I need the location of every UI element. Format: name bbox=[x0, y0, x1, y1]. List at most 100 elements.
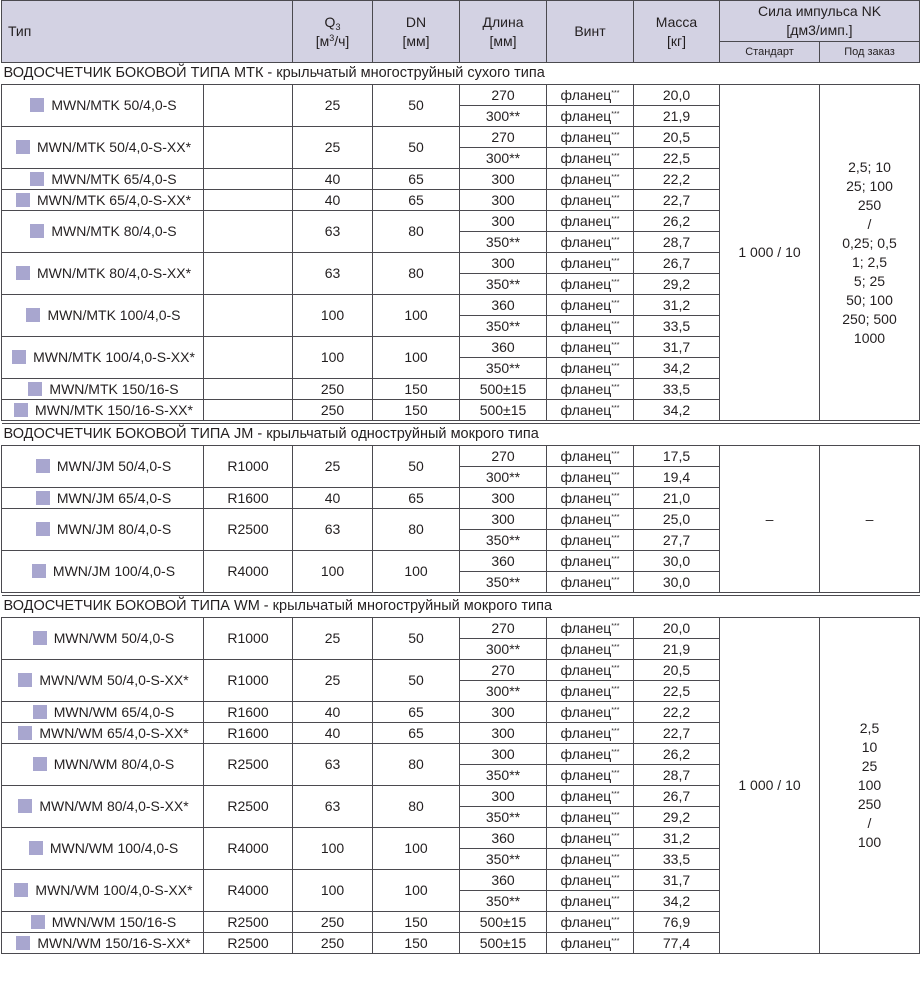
screw-label: фланец bbox=[560, 447, 612, 464]
meter-length: 500±15 bbox=[459, 378, 547, 400]
meter-modification bbox=[203, 294, 293, 337]
meter-screw: фланец*** bbox=[546, 189, 634, 211]
meter-mass: 33,5 bbox=[633, 315, 720, 337]
meter-length: 500±15 bbox=[459, 932, 547, 954]
screw-footnote-mark: *** bbox=[611, 492, 620, 500]
row-marker-icon bbox=[26, 308, 41, 322]
meter-type-cell: MWN/MTK 150/16-S-XX* bbox=[1, 399, 204, 421]
meter-screw: фланец*** bbox=[546, 890, 634, 912]
screw-label: фланец bbox=[560, 317, 612, 334]
meter-type-name: MWN/MTK 65/4,0-S bbox=[51, 170, 177, 187]
screw-label: фланец bbox=[560, 296, 612, 313]
pulse-on-order-line: 1000 bbox=[853, 329, 886, 346]
meter-flow: 250 bbox=[292, 399, 373, 421]
meter-dn: 80 bbox=[372, 508, 460, 551]
screw-footnote-mark: *** bbox=[611, 362, 620, 370]
row-marker-icon bbox=[35, 459, 50, 473]
meter-dn: 65 bbox=[372, 168, 460, 190]
screw-label: фланец bbox=[560, 552, 612, 569]
meter-flow: 100 bbox=[292, 294, 373, 337]
meter-modification: R1000 bbox=[203, 617, 293, 660]
meter-mass: 34,2 bbox=[633, 399, 720, 421]
meter-screw: фланец*** bbox=[546, 168, 634, 190]
pulse-on-order-line: / bbox=[867, 815, 872, 831]
spec-table: Тип Q3 [м3/ч] DN [мм] Длина [мм] Винт Ма… bbox=[1, 0, 920, 954]
meter-length: 300 bbox=[459, 743, 547, 765]
pulse-on-order-line: 100 bbox=[857, 777, 882, 793]
meter-mass: 31,7 bbox=[633, 336, 720, 358]
meter-type-name: MWN/WM 80/4,0-S-XX* bbox=[39, 798, 189, 814]
meter-dn: 65 bbox=[372, 189, 460, 211]
screw-footnote-mark: *** bbox=[611, 215, 620, 223]
meter-type-cell: MWN/WM 100/4,0-S-XX* bbox=[1, 869, 204, 912]
meter-flow: 100 bbox=[292, 827, 373, 870]
meter-type-cell: MWN/JM 100/4,0-S bbox=[1, 550, 204, 593]
meter-modification bbox=[203, 336, 293, 379]
row-marker-icon bbox=[30, 171, 45, 186]
screw-label: фланец bbox=[560, 86, 612, 103]
meter-dn: 80 bbox=[372, 785, 460, 828]
meter-type-name: MWN/WM 150/16-S bbox=[51, 913, 177, 930]
row-marker-icon bbox=[18, 673, 33, 687]
meter-dn: 80 bbox=[372, 210, 460, 253]
meter-dn: 50 bbox=[372, 659, 460, 702]
meter-screw: фланец*** bbox=[546, 252, 634, 274]
screw-footnote-mark: *** bbox=[611, 110, 620, 118]
meter-flow: 63 bbox=[292, 508, 373, 551]
meter-flow: 63 bbox=[292, 252, 373, 295]
meter-mass: 17,5 bbox=[633, 445, 720, 467]
meter-type-name: MWN/WM 80/4,0-S bbox=[53, 756, 175, 772]
meter-length: 270 bbox=[459, 84, 547, 106]
meter-type-name: MWN/MTK 100/4,0-S bbox=[47, 307, 181, 323]
screw-footnote-mark: *** bbox=[611, 383, 620, 391]
screw-footnote-mark: *** bbox=[611, 152, 620, 160]
row-marker-icon bbox=[12, 350, 27, 364]
meter-length: 300** bbox=[459, 105, 547, 127]
screw-label: фланец bbox=[560, 275, 612, 292]
meter-type-name: MWN/WM 50/4,0-S-XX* bbox=[39, 672, 189, 688]
table-header: Тип Q3 [м3/ч] DN [мм] Длина [мм] Винт Ма… bbox=[1, 0, 920, 63]
row-marker-icon bbox=[31, 564, 46, 578]
meter-screw: фланец*** bbox=[546, 231, 634, 253]
meter-length: 300** bbox=[459, 680, 547, 702]
meter-screw: фланец*** bbox=[546, 147, 634, 169]
meter-screw: фланец*** bbox=[546, 105, 634, 127]
meter-screw: фланец*** bbox=[546, 466, 634, 488]
meter-type-cell: MWN/WM 100/4,0-S bbox=[1, 827, 204, 870]
meter-mass: 26,7 bbox=[633, 785, 720, 807]
screw-footnote-mark: *** bbox=[611, 853, 620, 861]
screw-label: фланец bbox=[560, 703, 612, 720]
screw-label: фланец bbox=[560, 149, 612, 166]
meter-type-cell: MWN/WM 150/16-S bbox=[1, 911, 204, 933]
header-standard: Стандарт bbox=[719, 41, 820, 63]
meter-dn: 65 bbox=[372, 722, 460, 744]
meter-type-cell: MWN/WM 65/4,0-S-XX* bbox=[1, 722, 204, 744]
meter-length: 350** bbox=[459, 231, 547, 253]
screw-label: фланец bbox=[560, 850, 612, 867]
pulse-on-order-line: 2,5; 10 bbox=[848, 158, 891, 175]
pulse-on-order-line: 1; 2,5 bbox=[851, 253, 888, 270]
meter-screw: фланец*** bbox=[546, 126, 634, 148]
table-row: MWN/JM 50/4,0-S R1000 25 50 270 фланец*** 17,5… bbox=[1, 445, 920, 593]
meter-length: 300 bbox=[459, 252, 547, 274]
meter-dn: 150 bbox=[372, 399, 460, 421]
screw-footnote-mark: *** bbox=[611, 236, 620, 244]
pulse-on-order-line: 25; 100 bbox=[846, 177, 893, 194]
meter-screw: фланец*** bbox=[546, 445, 634, 467]
meter-type-name: MWN/MTK 65/4,0-S-XX* bbox=[36, 191, 192, 208]
meter-dn: 65 bbox=[372, 701, 460, 723]
meter-length: 300 bbox=[459, 785, 547, 807]
meter-type-name: MWN/MTK 50/4,0-S bbox=[51, 97, 177, 113]
meter-length: 350** bbox=[459, 890, 547, 912]
screw-footnote-mark: *** bbox=[611, 685, 620, 693]
screw-label: фланец bbox=[560, 338, 612, 355]
meter-screw: фланец*** bbox=[546, 680, 634, 702]
row-marker-icon bbox=[18, 799, 33, 813]
meter-screw: фланец*** bbox=[546, 743, 634, 765]
meter-type-cell: MWN/WM 50/4,0-S bbox=[1, 617, 204, 660]
screw-label: фланец bbox=[560, 682, 612, 699]
meter-length: 300 bbox=[459, 701, 547, 723]
meter-type-cell: MWN/MTK 65/4,0-S bbox=[1, 168, 204, 190]
meter-modification: R4000 bbox=[203, 869, 293, 912]
header-on-order: Под заказ bbox=[819, 41, 920, 63]
